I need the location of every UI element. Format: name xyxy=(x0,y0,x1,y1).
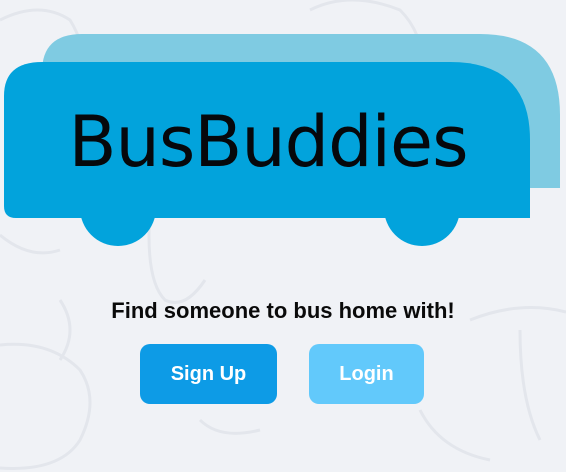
login-button[interactable]: Login xyxy=(309,344,424,404)
brand-logo-text: BusBuddies xyxy=(68,101,468,183)
signup-button[interactable]: Sign Up xyxy=(140,344,277,404)
landing-page: BusBuddies Find someone to bus home with… xyxy=(0,0,566,472)
tagline: Find someone to bus home with! xyxy=(111,298,455,323)
